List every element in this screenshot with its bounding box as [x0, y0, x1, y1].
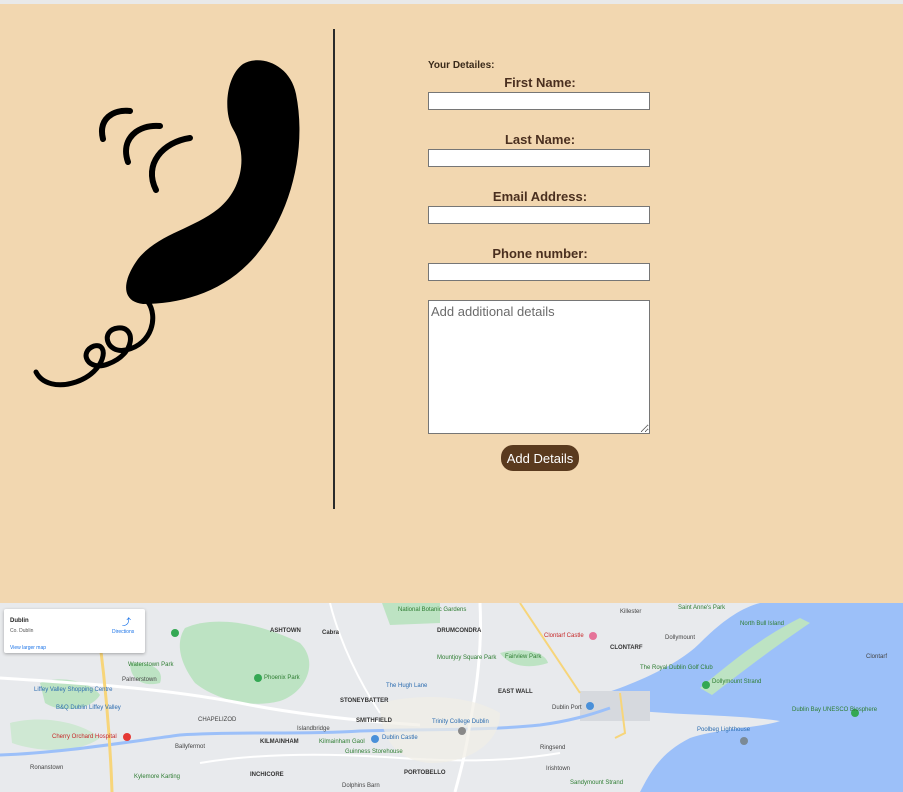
- map-pin-icon: [586, 702, 594, 710]
- first-name-input[interactable]: [428, 92, 650, 110]
- vertical-divider: [333, 29, 335, 509]
- phone-number-input[interactable]: [428, 263, 650, 281]
- map-label: Trinity College Dublin: [432, 719, 489, 725]
- map-label: KILMAINHAM: [260, 739, 299, 745]
- add-details-button[interactable]: Add Details: [500, 445, 580, 471]
- map-label: Mountjoy Square Park: [437, 655, 497, 661]
- map-label: B&Q Dublin Liffey Valley: [56, 705, 121, 711]
- map-label: The Royal Dublin Golf Club: [640, 665, 713, 671]
- map-label: Kilmainham Gaol: [319, 739, 365, 745]
- map-label: Dublin Castle: [382, 735, 418, 741]
- map-label: Liffey Valley Shopping Centre: [34, 687, 113, 693]
- map-label: Ronanstown: [30, 765, 64, 771]
- map-pin-icon: [171, 629, 179, 637]
- first-name-label: First Name:: [504, 75, 576, 90]
- contact-section: Your Detailes: First Name: Last Name: Em…: [0, 4, 903, 603]
- map-label: Saint Anne's Park: [678, 605, 726, 611]
- additional-details-textarea[interactable]: [428, 300, 650, 434]
- map-place-title: Dublin: [10, 618, 29, 624]
- map-label: Fairview Park: [505, 654, 542, 660]
- map-label: Dublin Bay UNESCO Biosphere: [792, 707, 878, 713]
- map-pin-icon: [254, 674, 262, 682]
- view-larger-map-link[interactable]: View larger map: [10, 645, 46, 651]
- map-label: Ballyfermot: [175, 744, 206, 750]
- map-pin-icon: [371, 735, 379, 743]
- map-label: SMITHFIELD: [356, 718, 392, 724]
- map-label: Dollymount Strand: [712, 679, 762, 685]
- email-address-input[interactable]: [428, 206, 650, 224]
- map-label: Palmerstown: [122, 677, 157, 683]
- map-place-subtitle: Co. Dublin: [10, 628, 34, 634]
- map-label: Guinness Storehouse: [345, 749, 403, 755]
- last-name-input[interactable]: [428, 149, 650, 167]
- map-label: DRUMCONDRA: [437, 628, 482, 634]
- map-pin-icon: [740, 737, 748, 745]
- telephone-handset-icon: [28, 54, 308, 394]
- map-info-card: Dublin Co. Dublin ⤴ Directions View larg…: [4, 609, 145, 653]
- map-label: INCHICORE: [250, 772, 284, 778]
- map-label: Dolphins Barn: [342, 783, 380, 789]
- map-label: Kylemore Karting: [134, 774, 181, 780]
- map-label: CLONTARF: [610, 645, 643, 651]
- map-label: Sandymount Strand: [570, 780, 624, 786]
- map-label: Poolbeg Lighthouse: [697, 727, 751, 733]
- map-label: Ringsend: [540, 745, 566, 751]
- map-label: Islandbridge: [297, 726, 330, 732]
- map-pin-icon: [458, 727, 466, 735]
- form-heading: Your Detailes:: [428, 60, 495, 71]
- map-label: North Bull Island: [740, 621, 785, 627]
- directions-icon[interactable]: ⤴: [122, 617, 132, 627]
- map-label: Phoenix Park: [264, 675, 300, 681]
- map-label: Irishtown: [546, 766, 571, 772]
- map-label: EAST WALL: [498, 689, 533, 695]
- map-label: Waterstown Park: [128, 662, 174, 668]
- map-label: Cherry Orchard Hospital: [52, 734, 117, 740]
- map-label: Dublin Port: [552, 705, 582, 711]
- map-label: Cabra: [322, 630, 340, 636]
- map-label: Killester: [620, 609, 642, 615]
- embedded-map[interactable]: Dublin Co. Dublin ⤴ Directions View larg…: [0, 603, 903, 792]
- map-label: STONEYBATTER: [340, 698, 389, 704]
- last-name-label: Last Name:: [504, 132, 576, 147]
- contact-form: Your Detailes: First Name: Last Name: Em…: [428, 60, 652, 471]
- map-label: Clontarf: [866, 654, 888, 660]
- map-pin-icon: [589, 632, 597, 640]
- map-label: Clontarf Castle: [544, 633, 584, 639]
- map-label: National Botanic Gardens: [398, 607, 467, 613]
- map-pin-icon: [702, 681, 710, 689]
- map-label: ASHTOWN: [270, 628, 301, 634]
- directions-link[interactable]: Directions: [112, 629, 134, 635]
- map-pin-icon: [123, 733, 131, 741]
- map-label: PORTOBELLO: [404, 770, 446, 776]
- email-address-label: Email Address:: [492, 189, 588, 204]
- map-label: Dollymount: [665, 635, 696, 641]
- map-label: The Hugh Lane: [386, 683, 428, 689]
- map-label: CHAPELIZOD: [198, 717, 237, 723]
- phone-number-label: Phone number:: [492, 246, 588, 261]
